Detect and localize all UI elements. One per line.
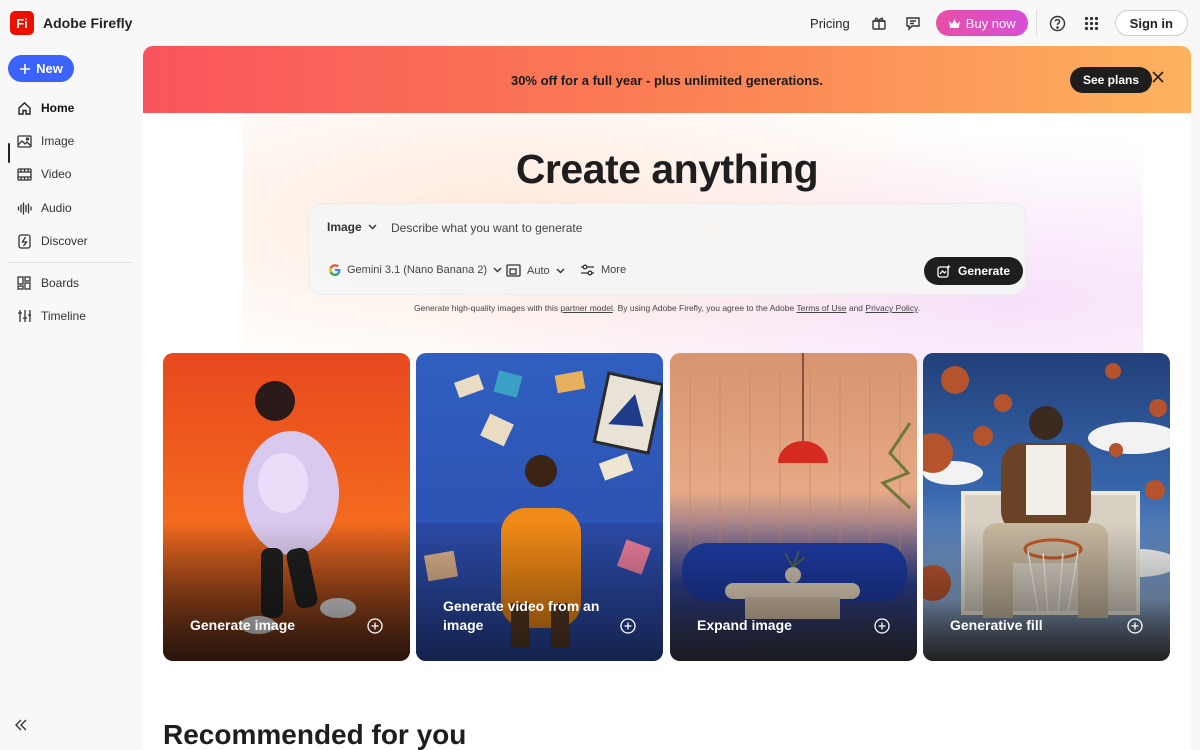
disclaimer-text: Generate high-quality images with this (413, 303, 559, 313)
promo-text: 30% off for a full year - plus unlimited… (510, 73, 824, 88)
disclaimer: Generate high-quality images with this p… (143, 303, 1191, 313)
sidebar-item-label: Home (41, 101, 75, 115)
see-plans-button[interactable]: See plans (1070, 67, 1153, 93)
timeline-icon (15, 307, 33, 325)
prompt-box: Image Gemini 3.1 (Nano Banana 2) Auto Mo… (308, 203, 1026, 295)
video-icon (15, 165, 33, 183)
card-overlay (163, 522, 410, 661)
firefly-logo[interactable]: Fi (10, 11, 34, 35)
more-settings-button[interactable]: More (580, 264, 626, 276)
card-label: Generate image (190, 617, 296, 633)
add-circle-icon[interactable] (620, 618, 636, 634)
card-overlay (416, 522, 663, 661)
chat-icon[interactable] (902, 12, 924, 34)
collapse-sidebar-icon[interactable] (14, 718, 34, 738)
divider (1035, 10, 1037, 36)
sidebar-item-label: Image (41, 134, 75, 148)
apps-grid-icon[interactable] (1081, 12, 1103, 34)
sidebar-divider (8, 262, 132, 263)
close-icon[interactable] (1151, 70, 1169, 88)
top-bar: Fi Adobe Firefly Pricing Buy now Sign in (0, 0, 1200, 46)
model-selector[interactable]: Gemini 3.1 (Nano Banana 2) (329, 264, 502, 276)
buy-now-label: Buy now (965, 15, 1016, 31)
privacy-policy-link[interactable]: Privacy Policy (865, 303, 917, 313)
sidebar-item-timeline[interactable]: Timeline (15, 306, 86, 326)
crown-icon (948, 18, 960, 28)
discover-icon (15, 232, 33, 250)
buy-now-button[interactable]: Buy now (935, 10, 1028, 36)
more-label: More (601, 264, 627, 276)
generate-video-card[interactable]: Generate video from an image (416, 353, 663, 661)
chevron-down-icon (368, 224, 377, 230)
disclaimer-text: . By using Adobe Firefly, you agree to t… (612, 303, 795, 313)
audio-icon (15, 199, 33, 217)
main-content: 30% off for a full year - plus unlimited… (143, 46, 1191, 750)
sidebar-item-image[interactable]: Image (15, 131, 74, 151)
partner-model-link[interactable]: partner model (560, 303, 612, 313)
sidebar-item-label: Timeline (41, 309, 86, 323)
sign-in-button[interactable]: Sign in (1114, 10, 1188, 36)
model-label: Gemini 3.1 (Nano Banana 2) (347, 264, 488, 276)
add-circle-icon[interactable] (1127, 618, 1143, 634)
disclaimer-text: and (848, 303, 864, 313)
active-indicator (8, 143, 10, 163)
sidebar-item-discover[interactable]: Discover (15, 231, 88, 251)
card-label: Generative fill (950, 617, 1043, 633)
recommended-heading: Recommended for you (163, 719, 467, 750)
promo-banner: 30% off for a full year - plus unlimited… (143, 46, 1191, 113)
sidebar-item-label: Video (41, 167, 72, 181)
pricing-link[interactable]: Pricing (810, 16, 850, 31)
aspect-ratio-label: Auto (527, 264, 550, 277)
generation-type-dropdown[interactable]: Image (327, 220, 377, 234)
image-icon (15, 132, 33, 150)
disclaimer-text: . (917, 303, 921, 313)
chevron-down-icon (556, 268, 565, 273)
chevron-down-icon (493, 267, 502, 273)
sidebar-item-label: Discover (41, 234, 88, 248)
home-icon (15, 99, 33, 117)
app-name[interactable]: Adobe Firefly (43, 15, 132, 31)
sliders-icon (581, 264, 594, 276)
prompt-input[interactable] (391, 215, 991, 241)
plus-icon (20, 63, 31, 74)
generation-type-label: Image (327, 220, 362, 234)
add-circle-icon[interactable] (367, 618, 383, 634)
top-actions: Pricing Buy now Sign in (810, 10, 1188, 36)
sidebar-item-label: Audio (41, 201, 72, 215)
generate-label: Generate (958, 264, 1011, 278)
card-overlay (923, 522, 1170, 661)
expand-image-card[interactable]: Expand image (670, 353, 917, 661)
new-button[interactable]: New (8, 55, 74, 82)
google-icon (329, 264, 341, 276)
generate-button[interactable]: Generate (924, 257, 1024, 285)
generative-fill-card[interactable]: Generative fill (923, 353, 1170, 661)
add-circle-icon[interactable] (874, 618, 890, 634)
sidebar-item-home[interactable]: Home (15, 98, 74, 118)
sidebar-item-audio[interactable]: Audio (15, 198, 72, 218)
sidebar: New Home Image Video Audio Discover Boar… (0, 46, 143, 750)
card-label: Expand image (697, 617, 792, 633)
terms-of-use-link[interactable]: Terms of Use (796, 303, 846, 313)
help-icon[interactable] (1047, 12, 1069, 34)
sidebar-item-label: Boards (41, 276, 80, 290)
aspect-ratio-icon (506, 264, 521, 277)
sidebar-item-boards[interactable]: Boards (15, 273, 79, 293)
card-overlay (670, 522, 917, 661)
gift-icon[interactable] (868, 12, 890, 34)
sidebar-item-video[interactable]: Video (15, 164, 71, 184)
card-label: Generate video from an image (443, 598, 600, 633)
generate-image-card[interactable]: Generate image (163, 353, 410, 661)
generate-sparkle-icon (937, 264, 951, 278)
new-label: New (36, 61, 63, 76)
boards-icon (15, 274, 33, 292)
aspect-ratio-selector[interactable]: Auto (506, 264, 565, 277)
page-title: Create anything (515, 146, 819, 192)
